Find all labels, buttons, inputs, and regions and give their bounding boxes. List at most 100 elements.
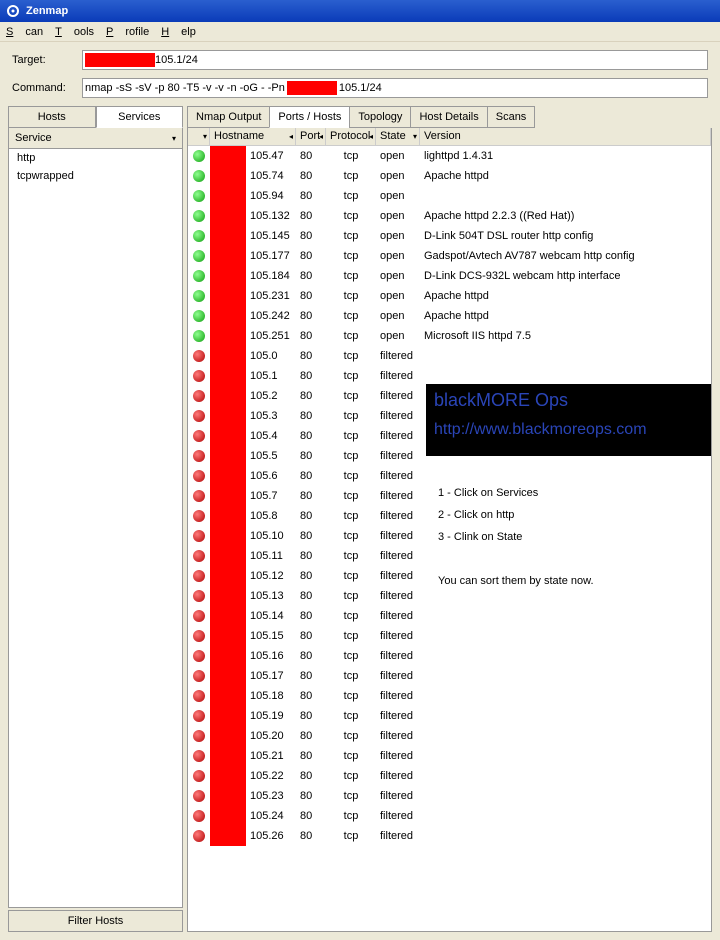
redacted-host-prefix <box>210 166 246 186</box>
tab-topology[interactable]: Topology <box>349 106 411 128</box>
tab-nmap-output[interactable]: Nmap Output <box>187 106 270 128</box>
tab-scans[interactable]: Scans <box>487 106 536 128</box>
redacted-host-prefix <box>210 646 246 666</box>
redacted-host-prefix <box>210 706 246 726</box>
status-dot-red-icon <box>193 770 205 782</box>
table-row[interactable]: 105.1480tcpfiltered <box>188 606 711 626</box>
filter-hosts-button[interactable]: Filter Hosts <box>8 910 183 932</box>
col-protocol[interactable]: Protocol◂ <box>326 128 376 145</box>
table-row[interactable]: 105.2380tcpfiltered <box>188 786 711 806</box>
protocol-cell: tcp <box>326 650 376 662</box>
menu-scan[interactable]: Scan <box>6 26 43 38</box>
state-cell: filtered <box>376 590 420 602</box>
protocol-cell: tcp <box>326 810 376 822</box>
status-cell <box>188 430 210 442</box>
hostname-cell: 105.23 <box>246 790 296 802</box>
redacted-host-prefix <box>210 626 246 646</box>
protocol-cell: tcp <box>326 190 376 202</box>
redacted-host-prefix <box>210 386 246 406</box>
status-cell <box>188 450 210 462</box>
protocol-cell: tcp <box>326 570 376 582</box>
table-row[interactable]: 105.4780tcpopenlighttpd 1.4.31 <box>188 146 711 166</box>
state-cell: filtered <box>376 770 420 782</box>
hostname-cell: 105.231 <box>246 290 296 302</box>
table-row[interactable]: 105.18480tcpopenD-Link DCS-932L webcam h… <box>188 266 711 286</box>
version-cell: D-Link 504T DSL router http config <box>420 230 711 242</box>
redacted-host-prefix <box>210 306 246 326</box>
redacted-host-prefix <box>210 466 246 486</box>
status-cell <box>188 170 210 182</box>
col-version[interactable]: Version <box>420 128 711 145</box>
tab-host-details[interactable]: Host Details <box>410 106 487 128</box>
table-row[interactable]: 105.2180tcpfiltered <box>188 746 711 766</box>
state-cell: filtered <box>376 810 420 822</box>
table-row[interactable]: 105.1980tcpfiltered <box>188 706 711 726</box>
status-cell <box>188 530 210 542</box>
table-row[interactable]: 105.2480tcpfiltered <box>188 806 711 826</box>
status-dot-green-icon <box>193 330 205 342</box>
target-value: 105.1/24 <box>155 54 198 66</box>
table-row[interactable]: 105.17780tcpopenGadspot/Avtech AV787 web… <box>188 246 711 266</box>
table-row[interactable]: 105.1580tcpfiltered <box>188 626 711 646</box>
status-cell <box>188 330 210 342</box>
table-row[interactable]: 105.1680tcpfiltered <box>188 646 711 666</box>
table-row[interactable]: 105.13280tcpopenApache httpd 2.2.3 ((Red… <box>188 206 711 226</box>
status-dot-red-icon <box>193 630 205 642</box>
hostname-cell: 105.242 <box>246 310 296 322</box>
redacted-host-prefix <box>210 286 246 306</box>
port-cell: 80 <box>296 190 326 202</box>
command-input[interactable]: nmap -sS -sV -p 80 -T5 -v -v -n -oG - -P… <box>82 78 708 98</box>
col-port[interactable]: Port◂ <box>296 128 326 145</box>
state-cell: filtered <box>376 570 420 582</box>
table-row[interactable]: 105.14580tcpopenD-Link 504T DSL router h… <box>188 226 711 246</box>
status-dot-red-icon <box>193 550 205 562</box>
table-row[interactable]: 105.080tcpfiltered <box>188 346 711 366</box>
port-cell: 80 <box>296 210 326 222</box>
table-row[interactable]: 105.2080tcpfiltered <box>188 726 711 746</box>
col-status[interactable]: ▾ <box>188 128 210 145</box>
status-dot-green-icon <box>193 190 205 202</box>
sidebar-header[interactable]: Service ▾ <box>8 128 183 149</box>
status-cell <box>188 510 210 522</box>
service-item-http[interactable]: http <box>9 149 182 167</box>
col-state[interactable]: State▾ <box>376 128 420 145</box>
hostname-cell: 105.21 <box>246 750 296 762</box>
redacted-host-prefix <box>210 246 246 266</box>
menu-help[interactable]: Help <box>161 26 196 38</box>
hostname-cell: 105.5 <box>246 450 296 462</box>
state-cell: filtered <box>376 510 420 522</box>
tab-hosts[interactable]: Hosts <box>8 106 96 128</box>
table-row[interactable]: 105.9480tcpopen <box>188 186 711 206</box>
table-row[interactable]: 105.1880tcpfiltered <box>188 686 711 706</box>
port-cell: 80 <box>296 330 326 342</box>
result-tabs: Nmap Output Ports / Hosts Topology Host … <box>187 106 712 128</box>
redacted-host-prefix <box>210 546 246 566</box>
table-row[interactable]: 105.7480tcpopenApache httpd <box>188 166 711 186</box>
table-row[interactable]: 105.24280tcpopenApache httpd <box>188 306 711 326</box>
table-row[interactable]: 105.2280tcpfiltered <box>188 766 711 786</box>
table-row[interactable]: 105.23180tcpopenApache httpd <box>188 286 711 306</box>
table-row[interactable]: 105.25180tcpopenMicrosoft IIS httpd 7.5 <box>188 326 711 346</box>
table-row[interactable]: 105.1780tcpfiltered <box>188 666 711 686</box>
menu-profile[interactable]: Profile <box>106 26 149 38</box>
target-input[interactable]: 105.1/24 <box>82 50 708 70</box>
protocol-cell: tcp <box>326 310 376 322</box>
service-item-tcpwrapped[interactable]: tcpwrapped <box>9 167 182 185</box>
tab-services[interactable]: Services <box>96 106 184 128</box>
status-cell <box>188 410 210 422</box>
left-panel: Hosts Services Service ▾ http tcpwrapped… <box>8 106 183 932</box>
protocol-cell: tcp <box>326 390 376 402</box>
table-row[interactable]: 105.180tcpfiltered <box>188 366 711 386</box>
menu-tools[interactable]: Tools <box>55 26 94 38</box>
instruction-line: You can sort them by state now. <box>438 570 698 592</box>
col-hostname[interactable]: Hostname◂ <box>210 128 296 145</box>
status-cell <box>188 290 210 302</box>
tab-ports-hosts[interactable]: Ports / Hosts <box>269 106 350 128</box>
state-cell: filtered <box>376 710 420 722</box>
toolbar: Target: 105.1/24 Command: nmap -sS -sV -… <box>0 42 720 98</box>
state-cell: filtered <box>376 470 420 482</box>
table-row[interactable]: 105.2680tcpfiltered <box>188 826 711 846</box>
state-cell: filtered <box>376 750 420 762</box>
status-cell <box>188 570 210 582</box>
redacted-host-prefix <box>210 226 246 246</box>
